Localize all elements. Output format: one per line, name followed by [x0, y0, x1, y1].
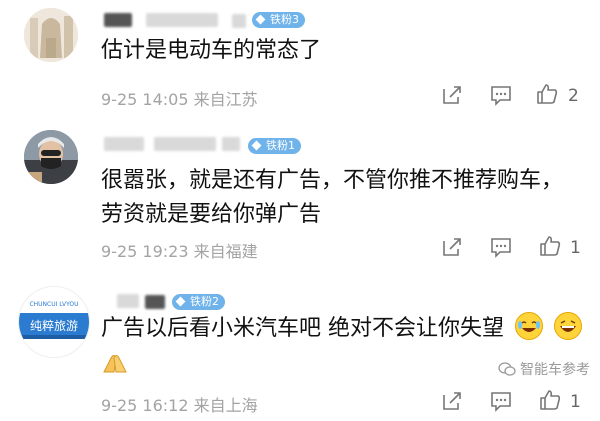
- fan-badge: 铁粉2: [172, 294, 225, 310]
- comment-3: CHUNCUI LVYOU 纯粹旅游 铁粉2 广告以后看小米汽车吧 绝对不会让你…: [0, 270, 600, 421]
- share-icon[interactable]: [441, 84, 463, 106]
- like-icon[interactable]: [539, 389, 561, 411]
- praying-hands-emoji: [101, 348, 129, 374]
- avatar-brand-cn: 纯粹旅游: [29, 319, 78, 333]
- fan-badge: 铁粉3: [252, 12, 305, 28]
- username-redacted[interactable]: [232, 14, 246, 28]
- like-count: 1: [570, 392, 581, 412]
- like-count: 1: [570, 238, 581, 258]
- fan-badge: 铁粉1: [248, 138, 301, 154]
- comment-text: 估计是电动车的常态了: [101, 38, 322, 63]
- share-icon[interactable]: [441, 390, 463, 412]
- username-redacted[interactable]: [145, 295, 165, 309]
- username-redacted[interactable]: [104, 13, 132, 27]
- avatar-brand-en: CHUNCUI LVYOU: [29, 301, 79, 308]
- comment-2: 铁粉1 很嚣张，就是还有广告，不管你推不推荐购车， 劳资就是要给你弹广告 9-2…: [0, 120, 600, 270]
- avatar[interactable]: [24, 8, 78, 62]
- laughing-emoji: [554, 312, 582, 340]
- like-icon[interactable]: [539, 235, 561, 257]
- diamond-icon: [255, 14, 266, 25]
- username-redacted[interactable]: [146, 13, 218, 27]
- username-redacted[interactable]: [222, 137, 240, 151]
- username-redacted[interactable]: [104, 137, 144, 151]
- username-redacted[interactable]: [117, 294, 139, 308]
- like-icon[interactable]: [536, 83, 558, 105]
- diamond-icon: [251, 140, 262, 151]
- diamond-icon: [175, 296, 186, 307]
- avatar[interactable]: [24, 130, 78, 184]
- avatar[interactable]: CHUNCUI LVYOU 纯粹旅游: [18, 286, 90, 358]
- username-redacted[interactable]: [154, 137, 216, 151]
- comment-text: 很嚣张，就是还有广告，不管你推不推荐购车， 劳资就是要给你弹广告: [101, 168, 564, 227]
- comment-icon[interactable]: [490, 236, 512, 258]
- laughing-crying-emoji: [515, 312, 543, 340]
- watermark: 智能车参考: [497, 359, 590, 379]
- wechat-icon: [497, 362, 516, 376]
- comment-meta: 9-25 14:05 来自江苏: [101, 90, 258, 109]
- like-count: 2: [568, 86, 579, 106]
- comment-1: 铁粉3 估计是电动车的常态了 9-25 14:05 来自江苏 2: [0, 0, 600, 120]
- comment-meta: 9-25 19:23 来自福建: [101, 242, 258, 261]
- comment-meta: 9-25 16:12 来自上海: [101, 396, 258, 415]
- comment-icon[interactable]: [490, 84, 512, 106]
- comment-icon[interactable]: [490, 390, 512, 412]
- share-icon[interactable]: [441, 236, 463, 258]
